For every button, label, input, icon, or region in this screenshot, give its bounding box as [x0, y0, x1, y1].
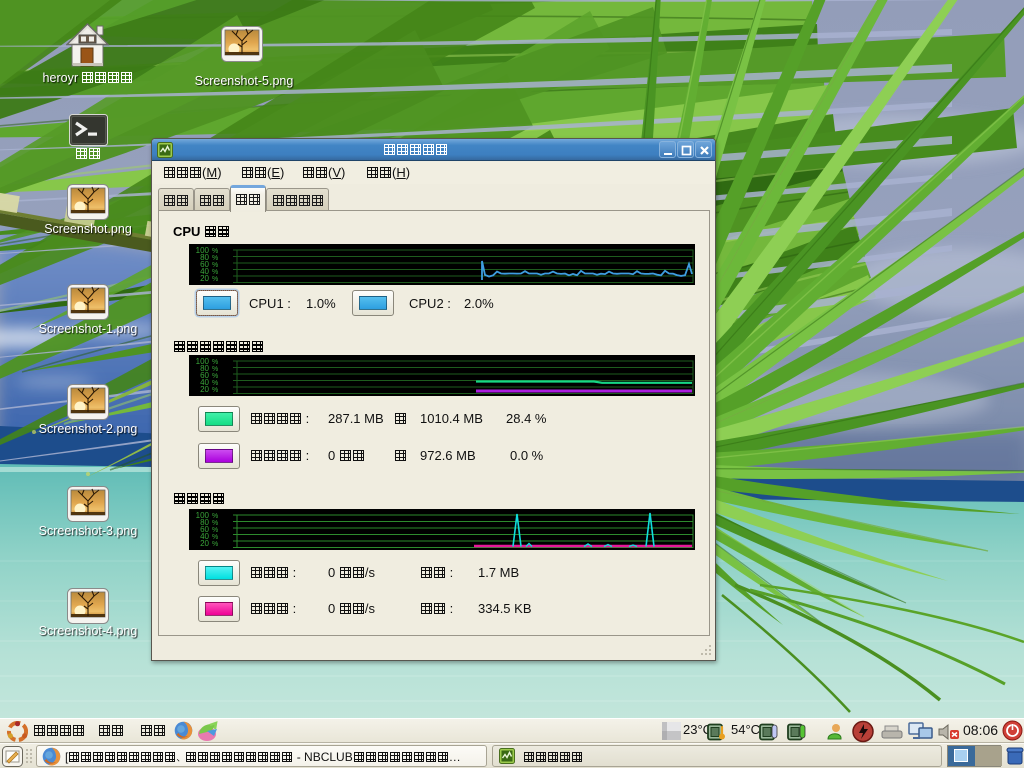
- svg-text:%: %: [212, 373, 218, 380]
- svg-text:%: %: [212, 248, 218, 255]
- svg-text:%: %: [212, 527, 218, 534]
- svg-text:%: %: [212, 276, 218, 283]
- svg-text:%: %: [212, 387, 218, 394]
- svg-text:%: %: [212, 513, 218, 520]
- svg-text:%: %: [212, 520, 218, 527]
- svg-text:20: 20: [200, 539, 209, 548]
- svg-text:%: %: [212, 262, 218, 269]
- svg-text:%: %: [212, 255, 218, 262]
- svg-text:20: 20: [200, 385, 209, 394]
- svg-text:%: %: [212, 534, 218, 541]
- svg-text:%: %: [212, 269, 218, 276]
- svg-text:%: %: [212, 541, 218, 548]
- svg-text:%: %: [212, 380, 218, 387]
- svg-text:%: %: [212, 366, 218, 373]
- svg-text:%: %: [212, 359, 218, 366]
- svg-text:20: 20: [200, 274, 209, 283]
